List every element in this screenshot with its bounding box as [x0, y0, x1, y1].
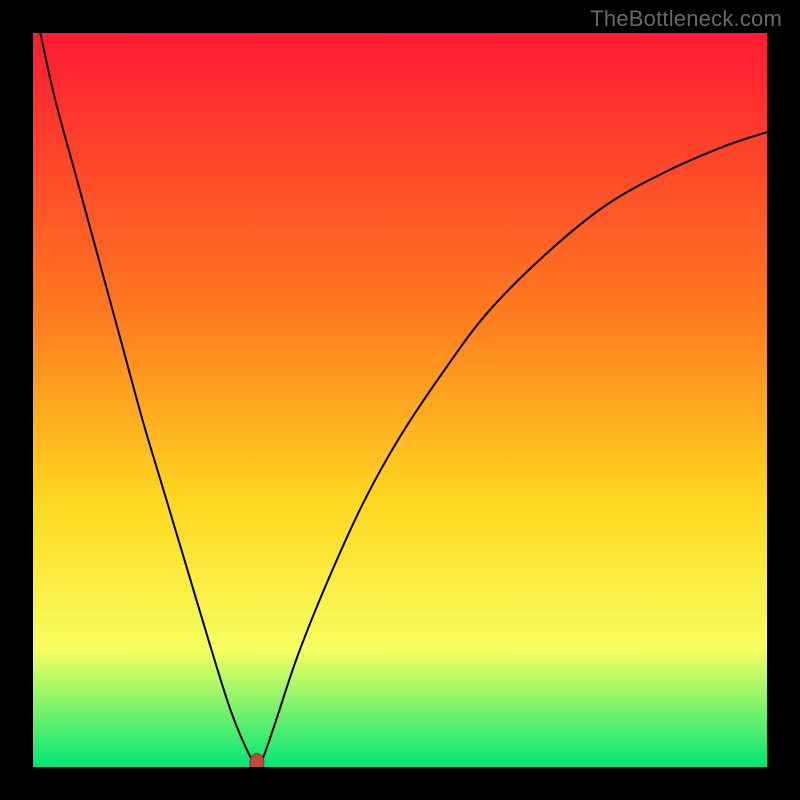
chart-frame: TheBottleneck.com — [0, 0, 800, 800]
gradient-background — [33, 33, 767, 767]
chart-svg — [33, 33, 767, 767]
optimum-marker — [250, 754, 264, 767]
plot-area — [33, 33, 767, 767]
watermark-text: TheBottleneck.com — [590, 6, 782, 32]
